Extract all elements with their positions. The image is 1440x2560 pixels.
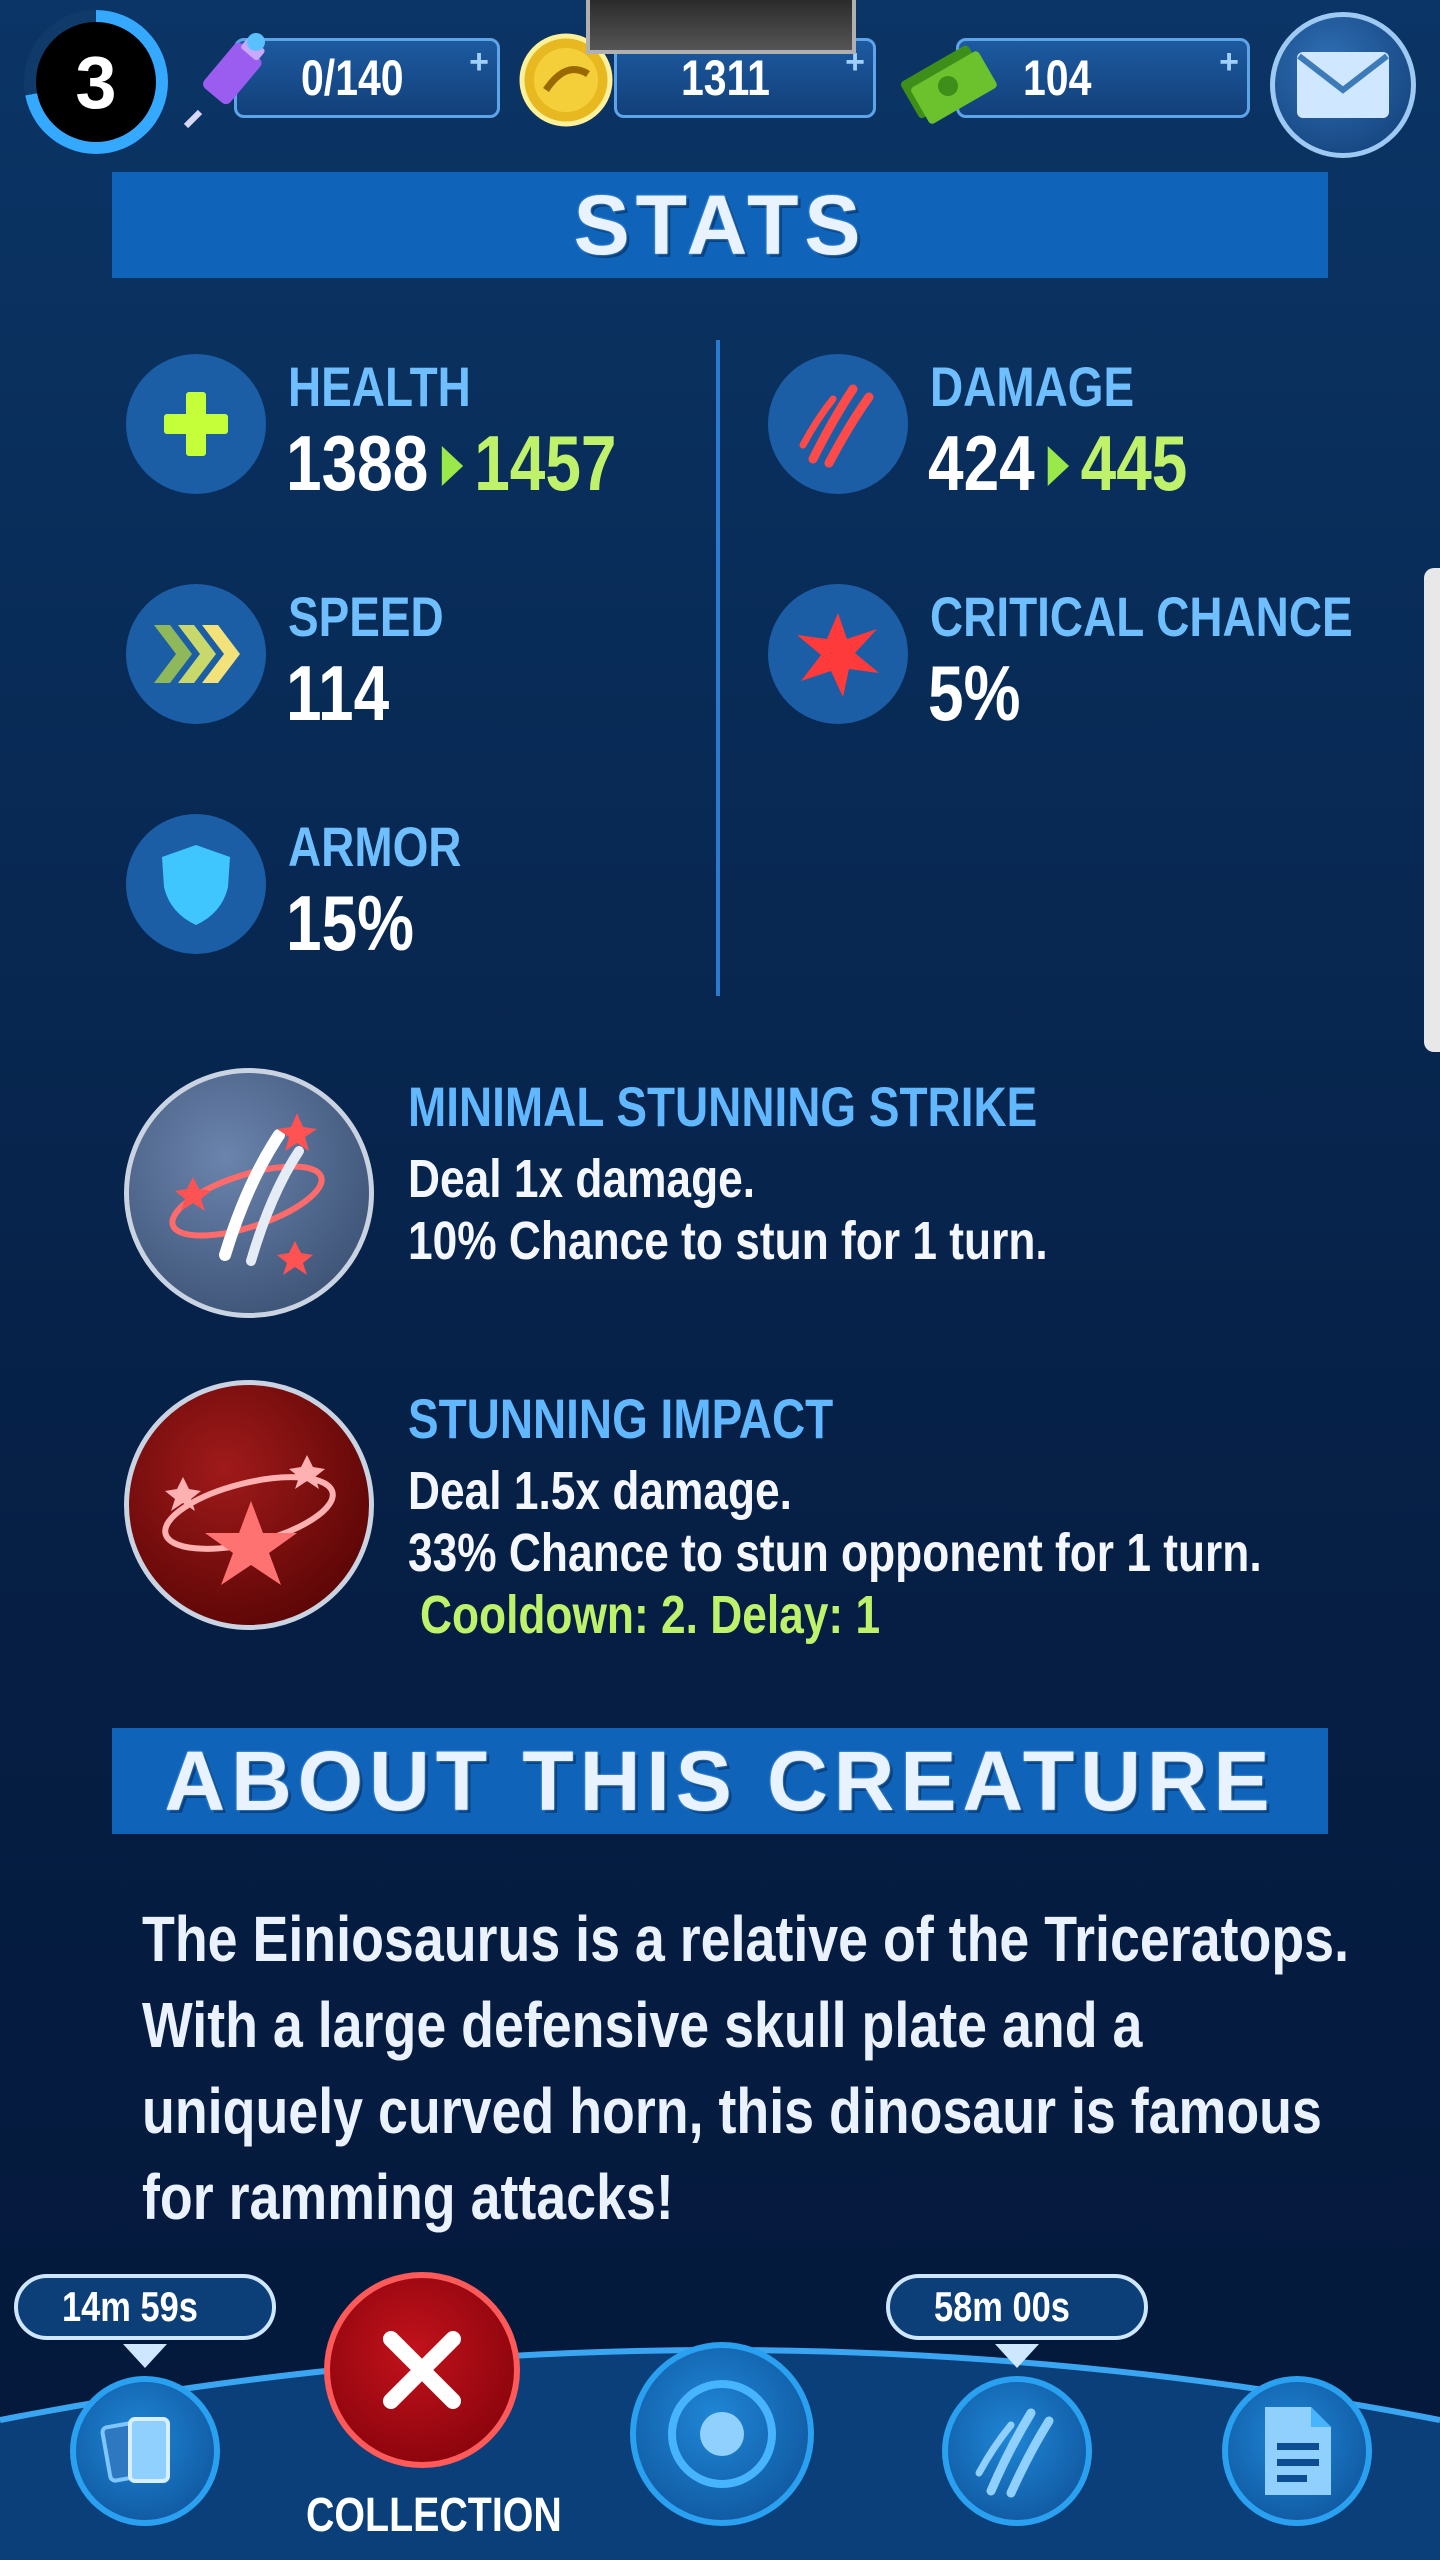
about-header: ABOUT THIS CREATURE [112, 1728, 1328, 1834]
cards-timer: 14m 59s [14, 2274, 276, 2340]
damage-value: 424 445 [928, 418, 1244, 509]
ability-description-line: Deal 1x damage. [408, 1149, 756, 1209]
stat-speed: SPEED 114 [126, 570, 746, 737]
cash-stack-icon [900, 45, 997, 124]
about-line: uniquely curved horn, this dinosaur is f… [142, 2075, 1322, 2147]
health-label: HEALTH [288, 355, 471, 418]
stats-title: STATS [573, 177, 867, 272]
dna-plus-icon[interactable]: + [469, 43, 489, 82]
coin-value: 1311 [681, 50, 770, 106]
top-bar: 3 0/140 + 1311 + 104 + [0, 0, 1440, 160]
armor-value: 15% [286, 879, 415, 967]
stun-impact-icon [162, 1455, 336, 1585]
armor-label: ARMOR [288, 815, 462, 878]
dna-syringe-icon [183, 33, 265, 129]
speed-stat-icon [126, 584, 266, 724]
health-stat-icon [126, 354, 266, 494]
shield-icon [162, 845, 230, 925]
stats-header: STATS [112, 172, 1328, 278]
damage-next: 445 [1080, 419, 1188, 507]
critical-stat-icon [768, 584, 908, 724]
stat-damage: DAMAGE 424 445 [768, 340, 1388, 507]
burst-icon [797, 613, 879, 697]
dna-value: 0/140 [301, 50, 404, 106]
close-button[interactable] [324, 2272, 520, 2468]
document-icon [1265, 2407, 1331, 2495]
claw-icon [799, 384, 874, 468]
about-line: for ramming attacks! [142, 2161, 674, 2233]
claw-icon [975, 2408, 1054, 2498]
ability-stunning-impact[interactable]: STUNNING IMPACT Deal 1.5x damage. 33% Ch… [124, 1380, 1384, 1645]
stat-health: HEALTH 1388 1457 [126, 340, 746, 507]
damage-stat-icon [768, 354, 908, 494]
cash-plus-icon[interactable]: + [1219, 43, 1239, 82]
battle-timer: 58m 00s [886, 2274, 1148, 2340]
creature-portrait [586, 0, 856, 54]
about-description: The Einiosaurus is a relative of the Tri… [142, 1896, 1350, 2240]
target-icon [668, 2380, 776, 2488]
close-icon [383, 2331, 461, 2409]
about-title: ABOUT THIS CREATURE [164, 1733, 1276, 1828]
speed-label: SPEED [288, 585, 444, 648]
ability-icon-impact [124, 1380, 374, 1630]
nav-battle-button[interactable] [942, 2376, 1092, 2526]
about-line: With a large defensive skull plate and a [142, 1989, 1143, 2061]
chevrons-icon [154, 625, 240, 683]
close-button-label: COLLECTION [306, 2489, 562, 2542]
timer-tail [123, 2344, 167, 2368]
critical-label: CRITICAL CHANCE [930, 585, 1353, 648]
scroll-handle[interactable] [1424, 568, 1440, 1052]
critical-value: 5% [928, 649, 1021, 737]
ability-cooldown: Cooldown: 2. Delay: 1 [420, 1585, 881, 1645]
ability-description-line: Deal 1.5x damage. [408, 1461, 792, 1521]
ability-name: STUNNING IMPACT [408, 1387, 834, 1450]
health-current: 1388 [286, 419, 429, 507]
mail-button[interactable] [1270, 12, 1416, 158]
speed-value: 114 [286, 649, 390, 737]
nav-log-button[interactable] [1222, 2376, 1372, 2526]
player-level-badge[interactable]: 3 [24, 10, 168, 154]
ability-name: MINIMAL STUNNING STRIKE [408, 1075, 1038, 1138]
cash-value: 104 [1023, 50, 1092, 106]
timer-tail [995, 2344, 1039, 2368]
stat-armor: ARMOR 15% [126, 800, 746, 967]
ability-icon-strike [124, 1068, 374, 1318]
stun-strike-icon [169, 1113, 325, 1275]
about-line: The Einiosaurus is a relative of the Tri… [142, 1903, 1350, 1975]
envelope-icon [1297, 52, 1389, 118]
health-next: 1457 [474, 419, 617, 507]
damage-label: DAMAGE [930, 355, 1135, 418]
nav-map-button[interactable] [630, 2342, 814, 2526]
upgrade-arrow-icon [1047, 446, 1070, 487]
ability-description-line: 10% Chance to stun for 1 turn. [408, 1211, 1048, 1271]
stat-critical-chance: CRITICAL CHANCE 5% [768, 570, 1388, 737]
ability-description-line: 33% Chance to stun opponent for 1 turn. [408, 1523, 1262, 1583]
nav-cards-button[interactable] [70, 2376, 220, 2526]
upgrade-arrow-icon [441, 446, 463, 487]
armor-stat-icon [126, 814, 266, 954]
cards-icon [100, 2417, 170, 2483]
cash-counter[interactable]: 104 + [956, 38, 1250, 118]
plus-icon [164, 392, 228, 456]
damage-current: 424 [928, 419, 1035, 507]
ability-minimal-stunning-strike[interactable]: MINIMAL STUNNING STRIKE Deal 1x damage. … [124, 1068, 1384, 1328]
health-value: 1388 1457 [286, 418, 689, 509]
player-level-number: 3 [36, 22, 156, 142]
